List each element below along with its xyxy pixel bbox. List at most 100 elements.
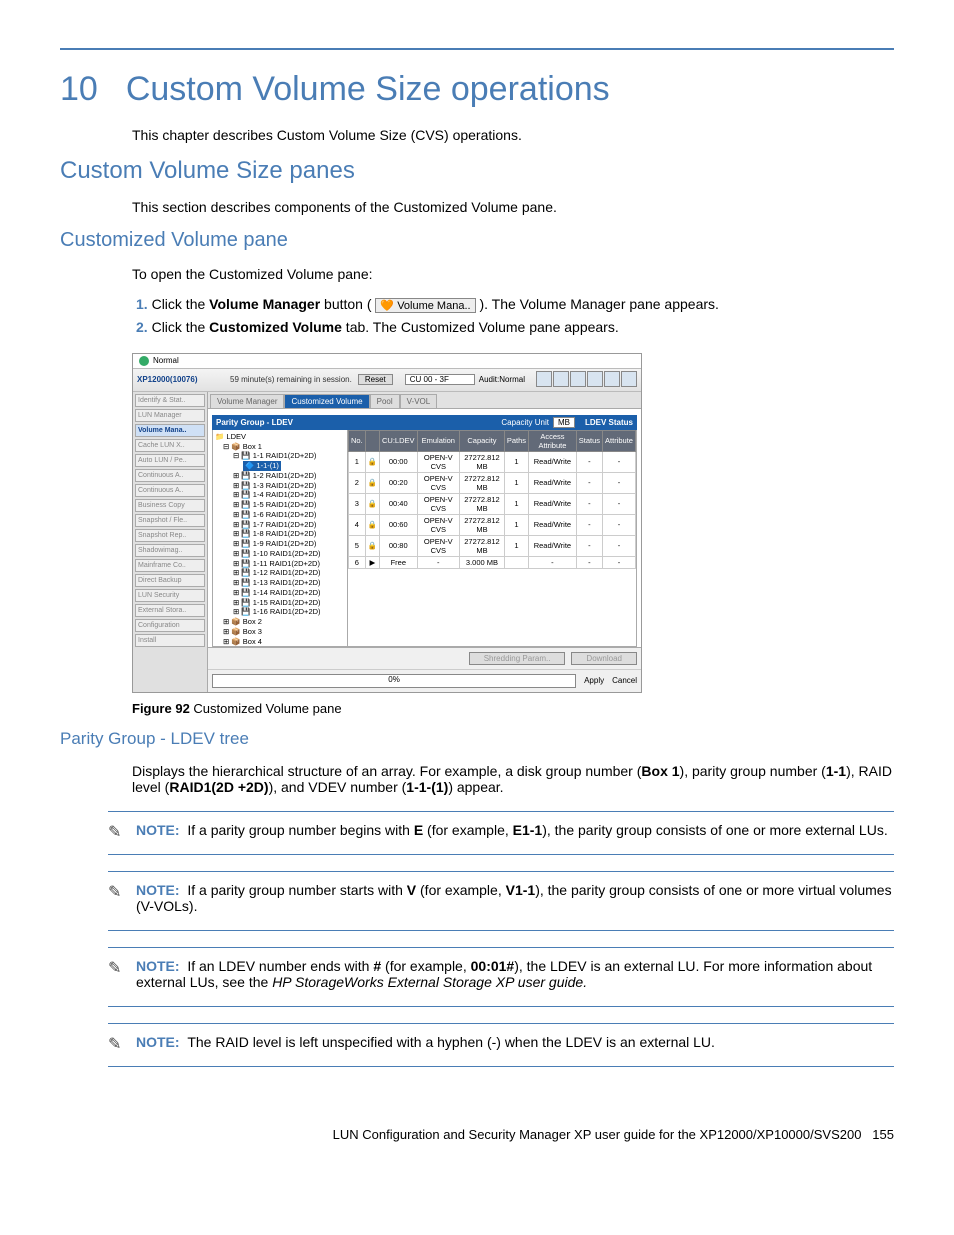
tab[interactable]: Volume Manager — [210, 394, 284, 408]
table-cell: - — [576, 451, 602, 472]
table-cell: 1 — [349, 451, 366, 472]
table-cell: OPEN-V CVS — [417, 535, 460, 556]
tree-node[interactable]: ⊞ 📦 Box 3 — [215, 627, 345, 637]
table-cell: 2 — [349, 472, 366, 493]
tree-node[interactable]: ⊞ 💾 1-13 RAID1(2D+2D) — [215, 578, 345, 588]
toolbar-icon[interactable] — [553, 371, 569, 387]
note-1: ✎ NOTE: If a parity group number begins … — [108, 822, 894, 838]
nav-item[interactable]: External Stora.. — [135, 604, 205, 617]
nav-item[interactable]: Continuous A.. — [135, 469, 205, 482]
nav-item[interactable]: Business Copy — [135, 499, 205, 512]
table-row[interactable]: 6▶Free-3.000 MB--- — [349, 556, 636, 568]
toolbar-icon[interactable] — [570, 371, 586, 387]
tree-node[interactable]: ⊞ 💾 1-16 RAID1(2D+2D) — [215, 607, 345, 617]
tree-node[interactable]: ⊞ 💾 1-9 RAID1(2D+2D) — [215, 539, 345, 549]
tree-node[interactable]: 🔷 1-1-(1) — [215, 461, 345, 471]
steps-list: 1. Click the Volume Manager button ( 🧡 V… — [116, 296, 894, 335]
nav-item[interactable]: Install — [135, 634, 205, 647]
nav-item[interactable]: Direct Backup — [135, 574, 205, 587]
cu-range-select[interactable]: CU 00 - 3F — [405, 374, 475, 385]
tab[interactable]: Pool — [370, 394, 400, 408]
cvpane-intro: To open the Customized Volume pane: — [132, 266, 894, 282]
tree-node[interactable]: ⊟ 📦 Box 1 — [215, 442, 345, 452]
nav-item[interactable]: Shadowimag.. — [135, 544, 205, 557]
tree-node[interactable]: ⊞ 💾 1-11 RAID1(2D+2D) — [215, 559, 345, 569]
nav-item[interactable]: Identify & Stat.. — [135, 394, 205, 407]
table-row[interactable]: 1🔒00:00OPEN-V CVS27272.812 MB1Read/Write… — [349, 451, 636, 472]
table-header-cell: Access Attribute — [529, 430, 577, 451]
tree-node[interactable]: ⊟ 💾 1-1 RAID1(2D+2D) — [215, 451, 345, 461]
table-row[interactable]: 5🔒00:80OPEN-V CVS27272.812 MB1Read/Write… — [349, 535, 636, 556]
tab[interactable]: V-VOL — [400, 394, 438, 408]
chapter-number: 10 — [60, 70, 98, 109]
table-cell: - — [417, 556, 460, 568]
tree-node[interactable]: ⊞ 💾 1-4 RAID1(2D+2D) — [215, 490, 345, 500]
table-row[interactable]: 2🔒00:20OPEN-V CVS27272.812 MB1Read/Write… — [349, 472, 636, 493]
nav-item[interactable]: Configuration — [135, 619, 205, 632]
tree-node[interactable]: ⊞ 💾 1-8 RAID1(2D+2D) — [215, 529, 345, 539]
apply-button[interactable]: Apply — [584, 676, 604, 685]
tree-node[interactable]: ⊞ 📦 Box 4 — [215, 637, 345, 646]
table-row[interactable]: 3🔒00:40OPEN-V CVS27272.812 MB1Read/Write… — [349, 493, 636, 514]
reset-button[interactable]: Reset — [358, 374, 393, 385]
tree-node[interactable]: ⊞ 📦 Box 2 — [215, 617, 345, 627]
subsubsection-tree-heading: Parity Group - LDEV tree — [60, 729, 894, 749]
table-row[interactable]: 4🔒00:60OPEN-V CVS27272.812 MB1Read/Write… — [349, 514, 636, 535]
tree-node[interactable]: ⊞ 💾 1-12 RAID1(2D+2D) — [215, 568, 345, 578]
note-3: ✎ NOTE: If an LDEV number ends with # (f… — [108, 958, 894, 990]
nav-item[interactable]: Snapshot Rep.. — [135, 529, 205, 542]
nav-item[interactable]: Auto LUN / Pe.. — [135, 454, 205, 467]
tree-node[interactable]: 📁 LDEV — [215, 432, 345, 442]
tree-node[interactable]: ⊞ 💾 1-6 RAID1(2D+2D) — [215, 510, 345, 520]
tree-node[interactable]: ⊞ 💾 1-7 RAID1(2D+2D) — [215, 520, 345, 530]
toolbar-icon[interactable] — [604, 371, 620, 387]
tree-node[interactable]: ⊞ 💾 1-3 RAID1(2D+2D) — [215, 481, 345, 491]
nav-item[interactable]: LUN Security — [135, 589, 205, 602]
table-cell: ▶ — [365, 556, 379, 568]
nav-item[interactable]: LUN Manager — [135, 409, 205, 422]
nav-item[interactable]: Mainframe Co.. — [135, 559, 205, 572]
table-cell: 5 — [349, 535, 366, 556]
toolbar-icon[interactable] — [536, 371, 552, 387]
section-panes-heading: Custom Volume Size panes — [60, 157, 894, 185]
panel-header-title: Parity Group - LDEV — [216, 418, 501, 427]
step-1: 1. Click the Volume Manager button ( 🧡 V… — [136, 296, 894, 313]
table-cell: 1 — [504, 472, 528, 493]
download-button[interactable]: Download — [571, 652, 637, 665]
nav-item[interactable]: Cache LUN X.. — [135, 439, 205, 452]
step-2: 2. Click the Customized Volume tab. The … — [136, 319, 894, 335]
table-cell: Read/Write — [529, 514, 577, 535]
nav-item[interactable]: Snapshot / Fle.. — [135, 514, 205, 527]
toolbar-icon[interactable] — [621, 371, 637, 387]
cancel-button[interactable]: Cancel — [612, 676, 637, 685]
toolbar-icon[interactable] — [587, 371, 603, 387]
table-cell: 1 — [504, 451, 528, 472]
shot-infobar: XP12000(10076) 59 minute(s) remaining in… — [133, 369, 641, 392]
table-cell: 00:80 — [380, 535, 418, 556]
table-cell: - — [529, 556, 577, 568]
shredding-param-button[interactable]: Shredding Param.. — [469, 652, 566, 665]
tab[interactable]: Customized Volume — [284, 394, 369, 408]
screenshot-customized-volume-pane: Normal XP12000(10076) 59 minute(s) remai… — [132, 353, 642, 693]
note-4: ✎ NOTE: The RAID level is left unspecifi… — [108, 1034, 894, 1050]
tree-node[interactable]: ⊞ 💾 1-14 RAID1(2D+2D) — [215, 588, 345, 598]
table-cell: - — [603, 451, 636, 472]
nav-item[interactable]: Continuous A.. — [135, 484, 205, 497]
table-cell: Read/Write — [529, 472, 577, 493]
chapter-title: Custom Volume Size operations — [126, 70, 610, 108]
parity-group-tree[interactable]: 📁 LDEV⊟ 📦 Box 1⊟ 💾 1-1 RAID1(2D+2D)🔷 1-1… — [213, 430, 348, 646]
figure-92: Normal XP12000(10076) 59 minute(s) remai… — [132, 353, 642, 693]
step-2-number: 2. — [136, 319, 148, 335]
subsection-cvpane-heading: Customized Volume pane — [60, 229, 894, 252]
nav-item[interactable]: Volume Mana.. — [135, 424, 205, 437]
capacity-unit-select[interactable]: MB — [553, 417, 575, 428]
panel-header: Parity Group - LDEV Capacity Unit MB LDE… — [212, 415, 637, 430]
table-cell: Free — [380, 556, 418, 568]
chapter-intro: This chapter describes Custom Volume Siz… — [132, 127, 894, 143]
tree-node[interactable]: ⊞ 💾 1-15 RAID1(2D+2D) — [215, 598, 345, 608]
step-1-number: 1. — [136, 296, 148, 312]
tree-node[interactable]: ⊞ 💾 1-5 RAID1(2D+2D) — [215, 500, 345, 510]
table-header-cell: Capacity — [460, 430, 505, 451]
tree-node[interactable]: ⊞ 💾 1-10 RAID1(2D+2D) — [215, 549, 345, 559]
tree-node[interactable]: ⊞ 💾 1-2 RAID1(2D+2D) — [215, 471, 345, 481]
